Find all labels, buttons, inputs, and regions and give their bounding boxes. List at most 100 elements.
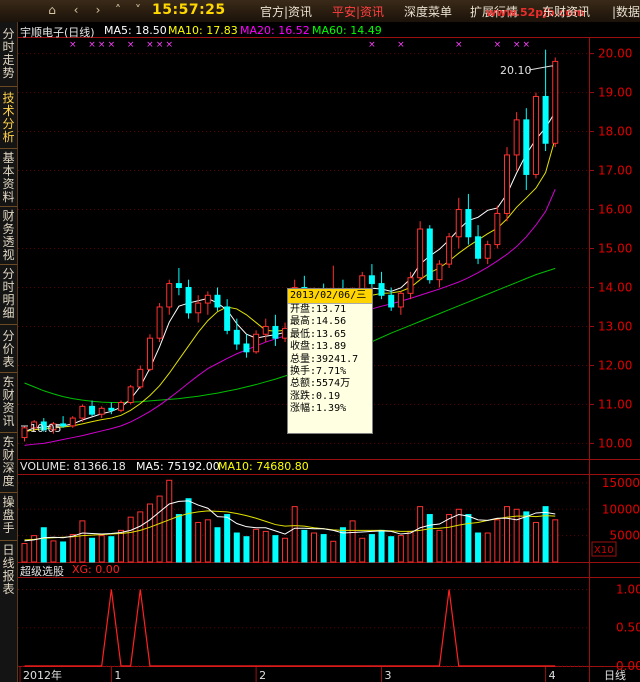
volume-bar [301,529,308,563]
candle-tooltip: 2013/02/06/三 开盘:13.71 最高:14.56 最低:13.65 … [287,288,373,434]
candle-body [407,277,414,294]
tooltip-date: 2013/02/06/三 [288,289,372,304]
signal-marker: × [513,40,521,50]
volume-bar [407,530,414,563]
volume-bar [146,503,153,563]
candle-body [388,294,395,308]
low-annotation: 10.05 [30,422,62,435]
candle-body [368,275,375,285]
signal-marker: × [98,40,106,50]
candle-body [552,60,559,144]
volume-bar [465,514,472,563]
volume-bar [484,532,491,563]
side-tab-technical[interactable]: 技术分析 [1,92,16,144]
volume-bar [233,532,240,563]
candle-body [436,263,443,281]
signal-marker: × [146,40,154,50]
side-tab-intraday[interactable]: 分时走势 [1,28,16,80]
candle-body [156,306,163,339]
high-annotation: 20.10 [500,64,532,77]
volume-unit: X10 [594,545,614,556]
side-divider [0,86,17,87]
volume-bar [185,498,192,563]
volume-bar [330,540,337,563]
price-tick-label: 19.00 [598,86,632,100]
volume-bar [475,532,482,563]
candle-body [224,306,231,331]
menu-data[interactable]: |数据 [612,3,640,20]
volume-bar [79,520,86,563]
side-tab-trader[interactable]: 操盘手 [1,496,16,535]
home-icon[interactable]: ⌂ [44,2,60,18]
volume-bar [50,540,57,563]
candle-body [185,286,192,314]
volume-bar [118,529,124,563]
down-arrow-icon[interactable]: ˅ [130,2,146,18]
side-tab-eastmoney-depth[interactable]: 东财深度 [1,436,16,488]
candle-body [243,343,250,353]
menu-depth[interactable]: 深度菜单 [404,3,452,20]
xg-value: XG: 0.00 [72,563,120,576]
candle-body [79,405,86,419]
candle-body [146,337,153,370]
candle-body [446,236,453,265]
candle-body [118,401,124,411]
candle-body [137,368,144,388]
price-tick-label: 20.00 [598,47,632,61]
volume-bar [214,527,221,563]
price-tick-label: 15.00 [598,242,632,256]
volume-bar [436,529,443,563]
volume-tick-label: 5000 [609,529,640,543]
volume-tick-label: 15000 [602,476,640,490]
candle-body [426,228,433,281]
candle-body [253,333,260,353]
side-tab-basic-info[interactable]: 基本资料 [1,152,16,204]
volume-bar [262,530,269,563]
candle-body [417,228,424,279]
signal-marker: × [494,40,502,50]
price-tick-label: 12.00 [598,358,632,372]
signal-marker: × [108,40,116,50]
side-tab-price-table[interactable]: 分价表 [1,330,16,369]
price-tick-label: 10.00 [598,436,632,450]
candle-body [532,95,539,175]
candle-body [127,386,134,403]
side-divider [0,324,17,325]
menu-official-news[interactable]: 官方|资讯 [260,3,312,20]
volume-ma10: MA10: 74680.80 [218,460,309,473]
date-label: 4 [549,669,556,682]
forward-arrow-icon[interactable]: › [90,2,106,18]
period-label: 日线 [604,668,626,682]
back-arrow-icon[interactable]: ‹ [68,2,84,18]
volume-bar [195,521,202,563]
date-label: 1 [114,669,121,682]
price-tick-label: 13.00 [598,319,632,333]
candle-body [233,329,240,345]
indicator-tick-label: 1.00 [616,582,640,596]
ma10-value: MA10: 17.83 [168,24,238,37]
volume-value: VOLUME: 81366.18 [20,460,126,473]
volume-bar [108,536,115,563]
menu-eastmoney-news[interactable]: 东财资讯 [542,3,590,20]
volume-bar [98,535,105,563]
volume-bar [552,519,559,563]
tooltip-amount: 总额:5574万 [290,378,351,390]
candle-body [166,283,173,308]
side-tab-tick-detail[interactable]: 分时明细 [1,268,16,320]
volume-bar [253,528,260,563]
volume-bar [156,495,163,563]
signal-marker: × [455,40,463,50]
date-label: 2012年 [23,668,62,682]
ma5-value: MA5: 18.50 [104,24,167,37]
side-tab-daily-report[interactable]: 日线报表 [1,544,16,596]
sidebar: 分时走势 技术分析 基本资料 财务透视 分时明细 分价表 东财资讯 东财深度 操… [0,22,18,682]
side-tab-financial[interactable]: 财务透视 [1,210,16,262]
menu-pingan-news[interactable]: 平安|资讯 [332,3,384,20]
price-tick-label: 11.00 [598,397,632,411]
volume-bar [60,541,67,563]
volume-bar [359,537,366,563]
up-arrow-icon[interactable]: ˄ [110,2,126,18]
date-label: 3 [385,669,392,682]
side-tab-eastmoney-news[interactable]: 东财资讯 [1,376,16,428]
candle-body [455,209,462,238]
